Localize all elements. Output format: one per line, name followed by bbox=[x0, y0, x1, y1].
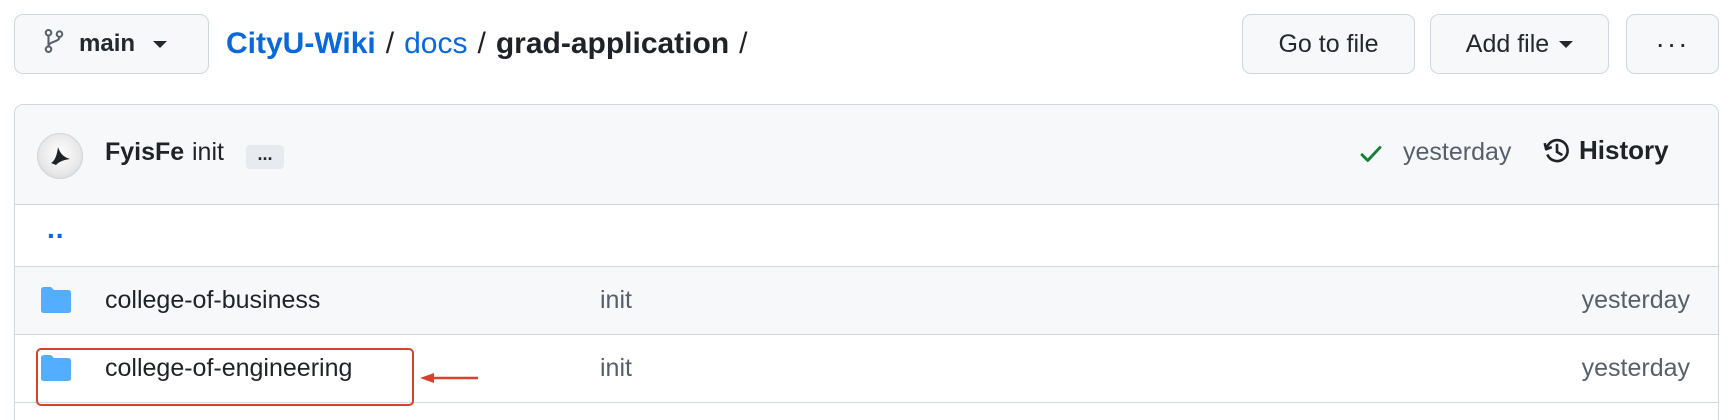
breadcrumb-docs-link[interactable]: docs bbox=[404, 27, 467, 61]
annotation-arrow-icon bbox=[420, 373, 478, 383]
file-commit-date: yesterday bbox=[1581, 354, 1690, 382]
file-row[interactable]: college-of-business init yesterday bbox=[15, 267, 1718, 335]
latest-commit-bar: FyisFe init ... yesterday History bbox=[15, 105, 1718, 205]
branch-selector-button[interactable]: main bbox=[14, 14, 209, 74]
breadcrumb-separator: / bbox=[739, 27, 748, 60]
file-listing: FyisFe init ... yesterday History .. col… bbox=[14, 104, 1719, 420]
history-label: History bbox=[1579, 135, 1669, 165]
commit-time: yesterday bbox=[1403, 138, 1512, 166]
file-name-link[interactable]: college-of-business bbox=[105, 286, 320, 315]
parent-directory-link[interactable]: .. bbox=[47, 213, 65, 245]
chevron-down-icon bbox=[1559, 40, 1574, 48]
folder-icon bbox=[41, 355, 71, 386]
branch-name: main bbox=[79, 30, 136, 57]
kebab-horizontal-icon: ··· bbox=[1655, 28, 1690, 59]
history-link[interactable]: History bbox=[1543, 135, 1669, 166]
history-icon bbox=[1543, 138, 1569, 162]
chevron-down-icon bbox=[153, 40, 168, 48]
commit-expand-button[interactable]: ... bbox=[246, 144, 284, 169]
commit-message-link[interactable]: init bbox=[192, 138, 224, 167]
parent-directory-row[interactable]: .. bbox=[15, 205, 1718, 267]
file-commit-date: yesterday bbox=[1581, 286, 1690, 314]
breadcrumb-separator: / bbox=[385, 27, 395, 60]
file-commit-message-link[interactable]: init bbox=[600, 286, 632, 315]
folder-icon bbox=[41, 287, 71, 318]
file-row[interactable]: college-of-engineering init yesterday bbox=[15, 335, 1718, 403]
add-file-button[interactable]: Add file bbox=[1430, 14, 1609, 74]
add-file-label: Add file bbox=[1465, 29, 1550, 58]
bird-avatar-icon bbox=[51, 147, 70, 165]
repo-toolbar: main CityU-Wiki / docs / grad-applicatio… bbox=[14, 14, 1719, 74]
breadcrumb-current: grad-application bbox=[495, 27, 730, 60]
breadcrumb: CityU-Wiki / docs / grad-application / bbox=[226, 14, 750, 74]
breadcrumb-repo-link[interactable]: CityU-Wiki bbox=[226, 27, 376, 61]
more-options-button[interactable]: ··· bbox=[1626, 14, 1719, 74]
file-name-link[interactable]: college-of-engineering bbox=[105, 354, 352, 383]
go-to-file-button[interactable]: Go to file bbox=[1242, 14, 1415, 74]
git-branch-icon bbox=[43, 28, 65, 61]
file-commit-message-link[interactable]: init bbox=[600, 354, 632, 383]
avatar[interactable] bbox=[37, 133, 83, 179]
check-icon[interactable] bbox=[1358, 141, 1384, 172]
breadcrumb-separator: / bbox=[477, 27, 486, 60]
go-to-file-label: Go to file bbox=[1278, 29, 1379, 58]
commit-author-link[interactable]: FyisFe bbox=[105, 138, 184, 167]
